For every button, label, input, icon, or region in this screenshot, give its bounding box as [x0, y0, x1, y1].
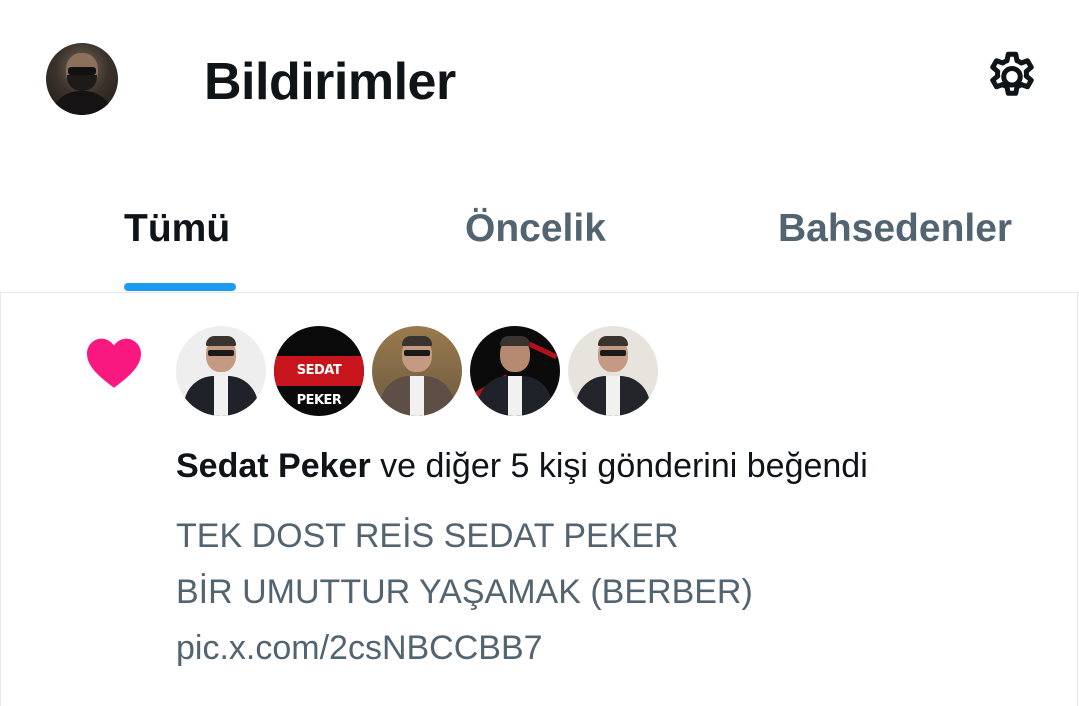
person-shirt-shape [606, 376, 620, 416]
person-glasses-shape [208, 350, 234, 356]
person-shirt-shape [214, 376, 228, 416]
profile-avatar[interactable] [46, 43, 118, 115]
tweet-link[interactable]: pic.x.com/2csNBCCBB7 [176, 620, 753, 676]
person-shirt-shape [508, 376, 522, 416]
tab-priority[interactable]: Öncelik [465, 206, 606, 252]
liker-avatar[interactable] [372, 326, 462, 416]
avatar-logo-text: SEDAT PEKER [274, 356, 364, 408]
gear-icon[interactable] [982, 48, 1042, 108]
active-tab-indicator [124, 283, 236, 291]
tweet-line: TEK DOST REİS SEDAT PEKER [176, 517, 679, 555]
tab-all[interactable]: Tümü [124, 206, 230, 252]
liked-tweet-preview[interactable]: TEK DOST REİS SEDAT PEKER BİR UMUTTUR YA… [176, 508, 753, 676]
person-glasses-shape [600, 350, 626, 356]
liker-avatar[interactable] [176, 326, 266, 416]
person-hair-shape [206, 336, 236, 346]
heart-icon [87, 338, 141, 388]
avatar-beard-shape [67, 75, 97, 91]
actor-name-link[interactable]: Sedat Peker [176, 447, 371, 485]
top-bar: Bildirimler [0, 0, 1079, 160]
page-title: Bildirimler [204, 53, 456, 111]
notification-text: Sedat Peker ve diğer 5 kişi gönderini be… [176, 442, 868, 490]
notification-action: ve diğer 5 kişi gönderini beğendi [370, 447, 868, 485]
tab-mentions[interactable]: Bahsedenler [778, 206, 1012, 252]
person-hair-shape [402, 336, 432, 346]
liker-avatar[interactable] [470, 326, 560, 416]
person-glasses-shape [404, 350, 430, 356]
tweet-line: BİR UMUTTUR YAŞAMAK (BERBER) [176, 573, 753, 611]
person-hair-shape [598, 336, 628, 346]
tab-bar: Tümü Öncelik Bahsedenler [0, 170, 1079, 293]
liker-avatar[interactable]: SEDAT PEKER [274, 326, 364, 416]
avatar-body-shape [50, 91, 114, 115]
liker-avatar[interactable] [568, 326, 658, 416]
person-hair-shape [500, 336, 530, 346]
person-shirt-shape [410, 376, 424, 416]
avatar-glasses-shape [68, 67, 96, 75]
